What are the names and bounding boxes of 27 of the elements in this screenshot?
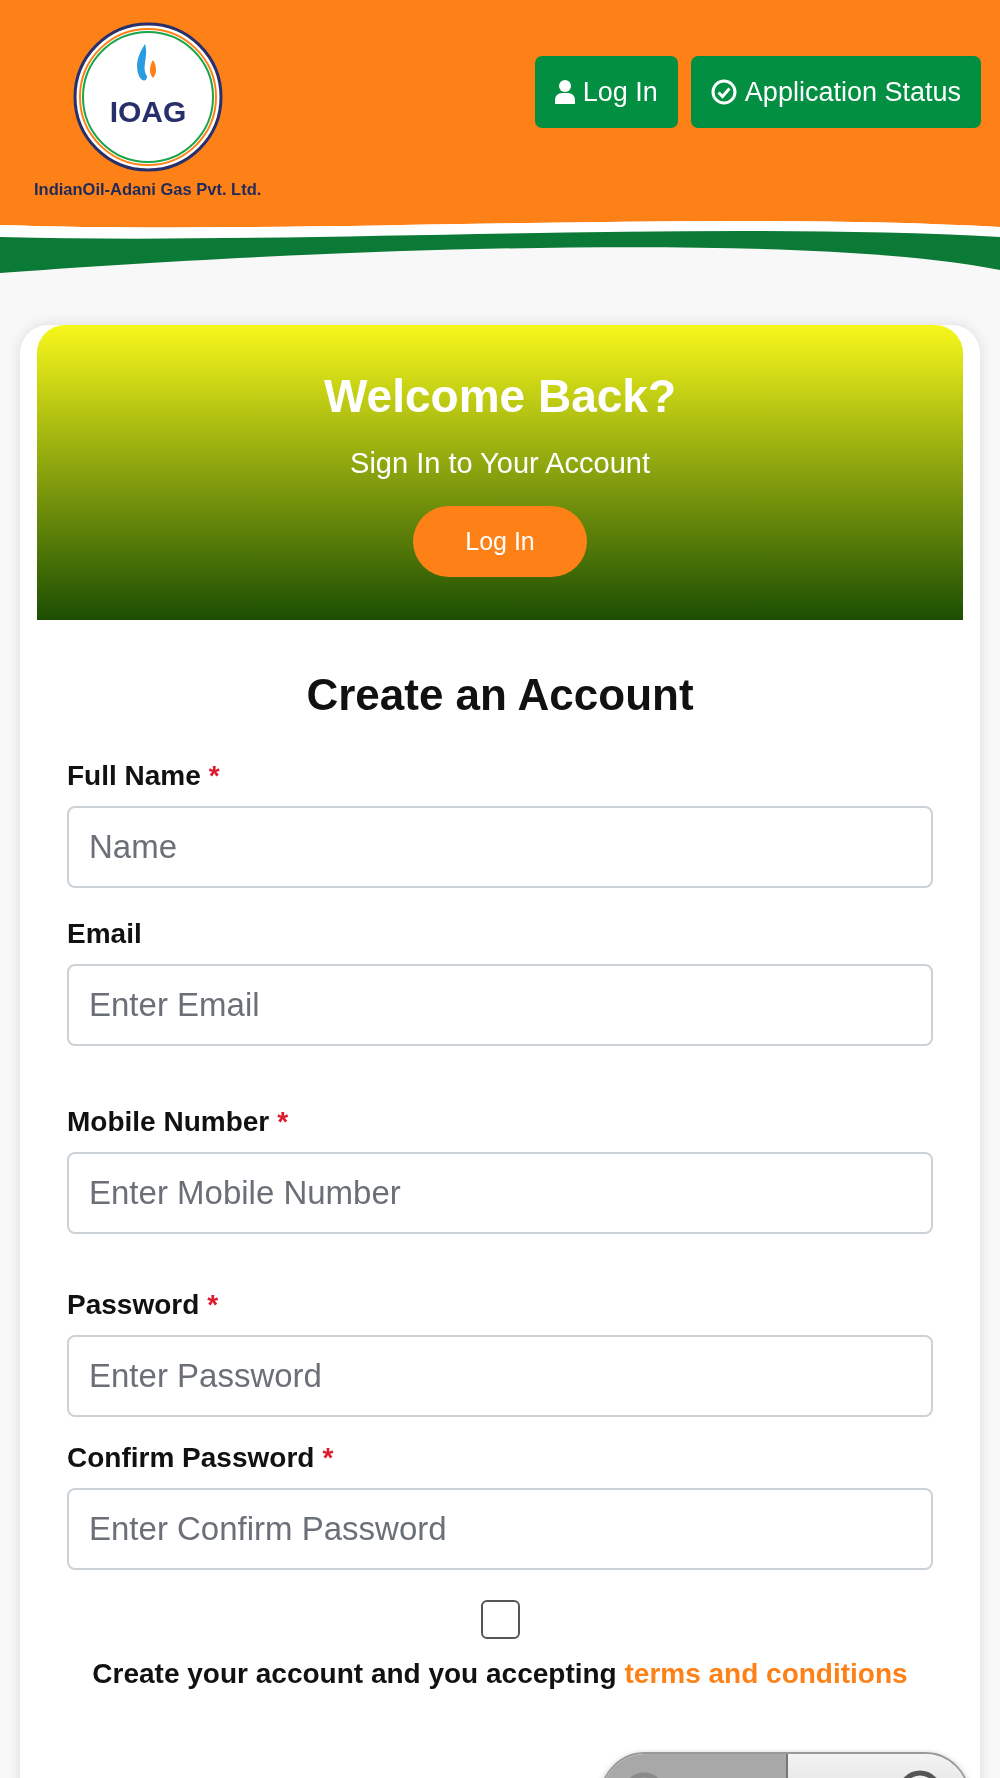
field-label: Email [67,918,142,950]
input-field[interactable]: Enter Confirm Password [67,1488,933,1570]
input-field[interactable]: Enter Password [67,1335,933,1417]
header-button[interactable]: Log In [534,56,678,128]
check-circle-icon [710,79,737,105]
input-field[interactable]: Enter Mobile Number [67,1152,933,1234]
logo-text: IOAG [109,95,186,128]
field-label: Full Name [67,760,201,792]
field-label: Password [67,1289,200,1321]
required-mark: * [207,1289,219,1321]
field-label: Confirm Password [67,1442,315,1474]
field-label: Mobile Number [67,1106,270,1138]
terms-text: Create your account and you accepting terms and conditions [91,1657,909,1691]
input-field[interactable]: Name [67,806,933,888]
welcome-title: Welcome Back? [324,369,676,423]
user-icon [554,80,575,104]
login-button[interactable]: Log In [413,506,587,577]
terms-checkbox[interactable] [480,1600,520,1639]
required-mark: * [277,1106,289,1138]
company-name: IndianOil-Adani Gas Pvt. Ltd. [34,180,262,199]
header-button[interactable]: Application Status [690,56,981,128]
required-mark: * [208,760,220,792]
welcome-subtitle: Sign In to Your Account [350,447,650,480]
input-field[interactable]: Enter Email [67,964,933,1046]
terms-link[interactable]: terms and conditions [624,1658,908,1689]
form-title: Create an Account [305,670,695,720]
required-mark: * [322,1442,334,1474]
